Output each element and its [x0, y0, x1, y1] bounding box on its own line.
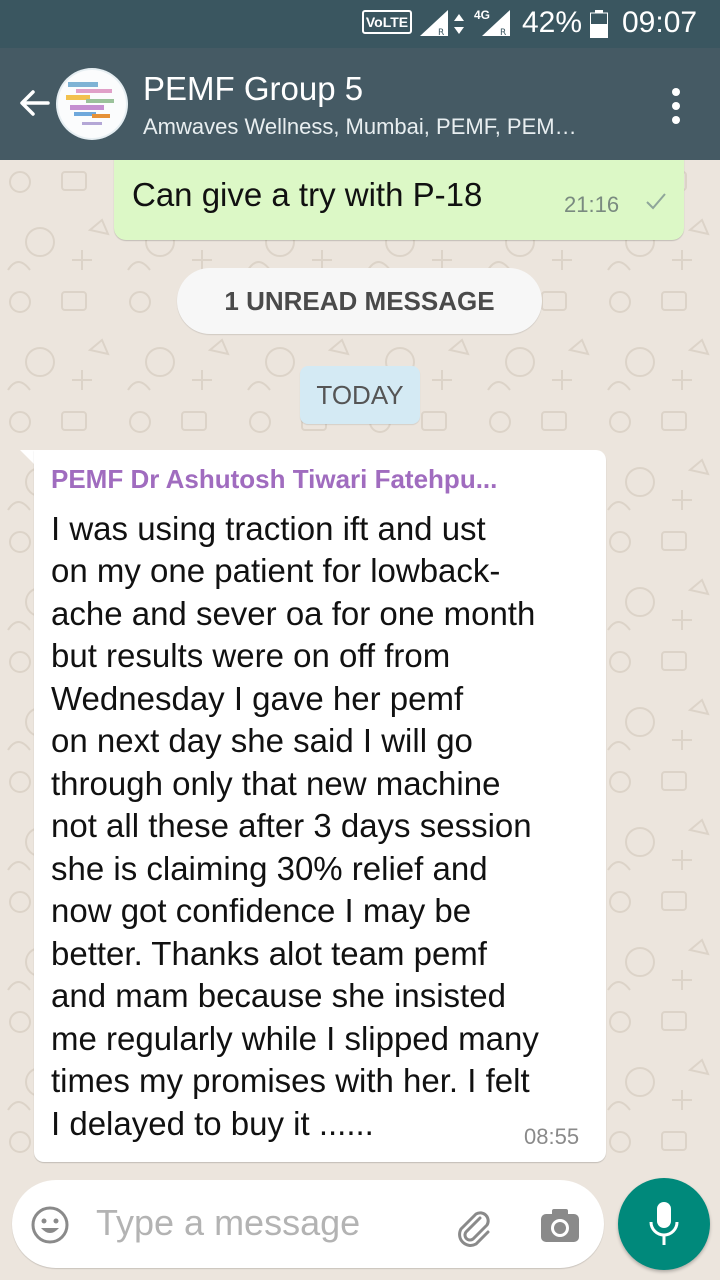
message-line: now got confidence I may be — [51, 892, 472, 929]
message-line: she is claiming 30% relief and — [51, 850, 488, 887]
voice-record-button[interactable] — [618, 1178, 710, 1270]
message-placeholder[interactable]: Type a message — [96, 1202, 360, 1244]
message-line: me regularly while I slipped many — [51, 1020, 539, 1057]
emoji-icon[interactable] — [30, 1205, 70, 1245]
group-avatar-image — [58, 70, 126, 138]
signal-icon: R — [420, 10, 448, 36]
composer: Type a message — [0, 1176, 720, 1280]
mic-icon — [649, 1202, 679, 1245]
signal-icon-2: R — [482, 10, 510, 36]
group-avatar[interactable] — [56, 68, 128, 140]
message-line: not all these after 3 days session — [51, 807, 532, 844]
message-line: on next day she said I will go — [51, 722, 473, 759]
sender-name[interactable]: PEMF Dr Ashutosh Tiwari Fatehpu... — [51, 464, 497, 495]
sent-check-icon — [646, 193, 666, 210]
back-arrow-icon[interactable] — [14, 84, 54, 124]
svg-text:R: R — [500, 28, 506, 36]
message-line: better. Thanks alot team pemf — [51, 935, 487, 972]
date-chip: TODAY — [300, 366, 420, 424]
incoming-message[interactable]: PEMF Dr Ashutosh Tiwari Fatehpu... I was… — [34, 450, 606, 1162]
message-text: Can give a try with P-18 — [132, 176, 483, 213]
group-title[interactable]: PEMF Group 5 — [143, 70, 363, 108]
message-line: I was using traction ift and ust — [51, 510, 486, 547]
message-line: on my one patient for lowback- — [51, 552, 501, 589]
attach-icon[interactable] — [450, 1204, 494, 1248]
battery-icon — [590, 10, 608, 38]
message-line: Wednesday I gave her pemf — [51, 680, 464, 717]
message-line: through only that new machine — [51, 765, 501, 802]
unread-banner: 1 UNREAD MESSAGE — [177, 268, 542, 334]
clock: 09:07 — [622, 6, 698, 39]
outgoing-message[interactable]: Can give a try with P-18 21:16 — [114, 160, 684, 240]
message-line: ache and sever oa for one month — [51, 595, 536, 632]
volte-indicator: VoLTE — [362, 10, 412, 34]
svg-text:R: R — [438, 28, 444, 36]
status-bar: VoLTE R 4G R 42% 09:07 — [0, 0, 720, 48]
message-line: and mam because she insisted — [51, 977, 506, 1014]
message-line: I delayed to buy it ...... — [51, 1105, 374, 1142]
message-line: times my promises with her. I felt — [51, 1062, 530, 1099]
message-time: 08:55 — [524, 1124, 580, 1149]
group-members[interactable]: Amwaves Wellness, Mumbai, PEMF, PEM… — [143, 114, 577, 140]
message-input[interactable]: Type a message — [12, 1180, 604, 1268]
more-vert-icon[interactable] — [668, 86, 684, 126]
chat-area[interactable]: Can give a try with P-18 21:16 1 UNREAD … — [0, 160, 720, 1176]
battery-percent: 42% — [522, 6, 583, 39]
message-line: but results were on off from — [51, 637, 451, 674]
message-time: 21:16 — [564, 192, 620, 217]
data-arrows-icon — [454, 14, 464, 34]
chat-header: PEMF Group 5 Amwaves Wellness, Mumbai, P… — [0, 48, 720, 160]
camera-icon[interactable] — [538, 1204, 582, 1248]
